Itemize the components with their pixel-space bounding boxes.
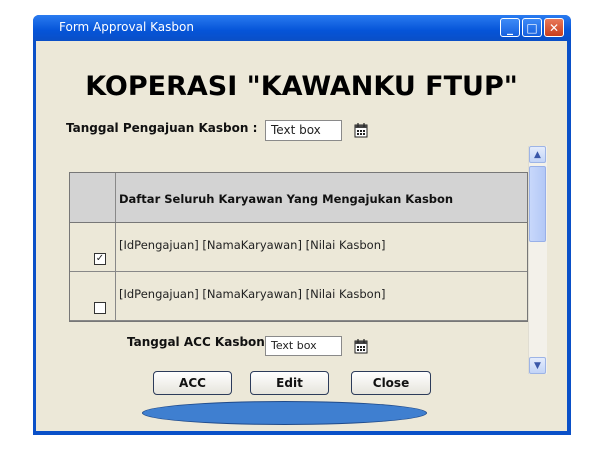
scroll-down-button[interactable]: ▼ <box>529 357 546 374</box>
row-checkbox[interactable] <box>94 302 106 314</box>
chevron-up-icon: ▲ <box>534 149 541 160</box>
maximize-icon: □ <box>526 20 538 35</box>
column-divider <box>115 173 116 222</box>
table-header: Daftar Seluruh Karyawan Yang Mengajukan … <box>70 173 527 223</box>
row-checkbox[interactable]: ✓ <box>94 253 106 265</box>
vertical-scrollbar[interactable]: ▲ ▼ <box>528 146 547 374</box>
acc-date-label: Tanggal ACC Kasbon : <box>127 335 274 349</box>
table-row[interactable]: [IdPengajuan] [NamaKaryawan] [Nilai Kasb… <box>70 272 527 321</box>
window-title: Form Approval Kasbon <box>59 20 194 34</box>
column-divider <box>115 272 116 320</box>
row-text: [IdPengajuan] [NamaKaryawan] [Nilai Kasb… <box>119 238 386 252</box>
close-window-button[interactable]: ✕ <box>544 18 564 37</box>
pengajuan-date-field[interactable]: Text box <box>265 120 342 141</box>
chevron-down-icon: ▼ <box>534 360 541 371</box>
table-header-label: Daftar Seluruh Karyawan Yang Mengajukan … <box>119 192 454 206</box>
close-button[interactable]: Close <box>351 371 431 395</box>
form-client-area: KOPERASI "KAWANKU FTUP" Tanggal Pengajua… <box>36 41 567 431</box>
table-row[interactable]: ✓ [IdPengajuan] [NamaKaryawan] [Nilai Ka… <box>70 223 527 272</box>
maximize-button[interactable]: □ <box>522 18 542 37</box>
minimize-icon: _ <box>507 20 513 35</box>
row-text: [IdPengajuan] [NamaKaryawan] [Nilai Kasb… <box>119 287 386 301</box>
acc-button[interactable]: ACC <box>153 371 232 395</box>
minimize-button[interactable]: _ <box>500 18 520 37</box>
edit-button[interactable]: Edit <box>250 371 329 395</box>
acc-date-field[interactable]: Text box <box>265 336 342 356</box>
column-divider <box>115 223 116 271</box>
calendar-icon[interactable] <box>354 339 368 354</box>
approval-window: Form Approval Kasbon _ □ ✕ KOPERASI "KAW… <box>33 15 571 435</box>
page-title: KOPERASI "KAWANKU FTUP" <box>85 71 518 102</box>
scroll-thumb[interactable] <box>529 166 546 242</box>
calendar-icon[interactable] <box>354 123 368 138</box>
ellipse-shape <box>142 401 427 425</box>
title-bar[interactable]: Form Approval Kasbon _ □ ✕ <box>33 15 571 41</box>
scroll-up-button[interactable]: ▲ <box>529 146 546 163</box>
pengajuan-date-label: Tanggal Pengajuan Kasbon : <box>66 121 258 135</box>
kasbon-table: Daftar Seluruh Karyawan Yang Mengajukan … <box>69 172 528 322</box>
close-icon: ✕ <box>548 20 560 35</box>
